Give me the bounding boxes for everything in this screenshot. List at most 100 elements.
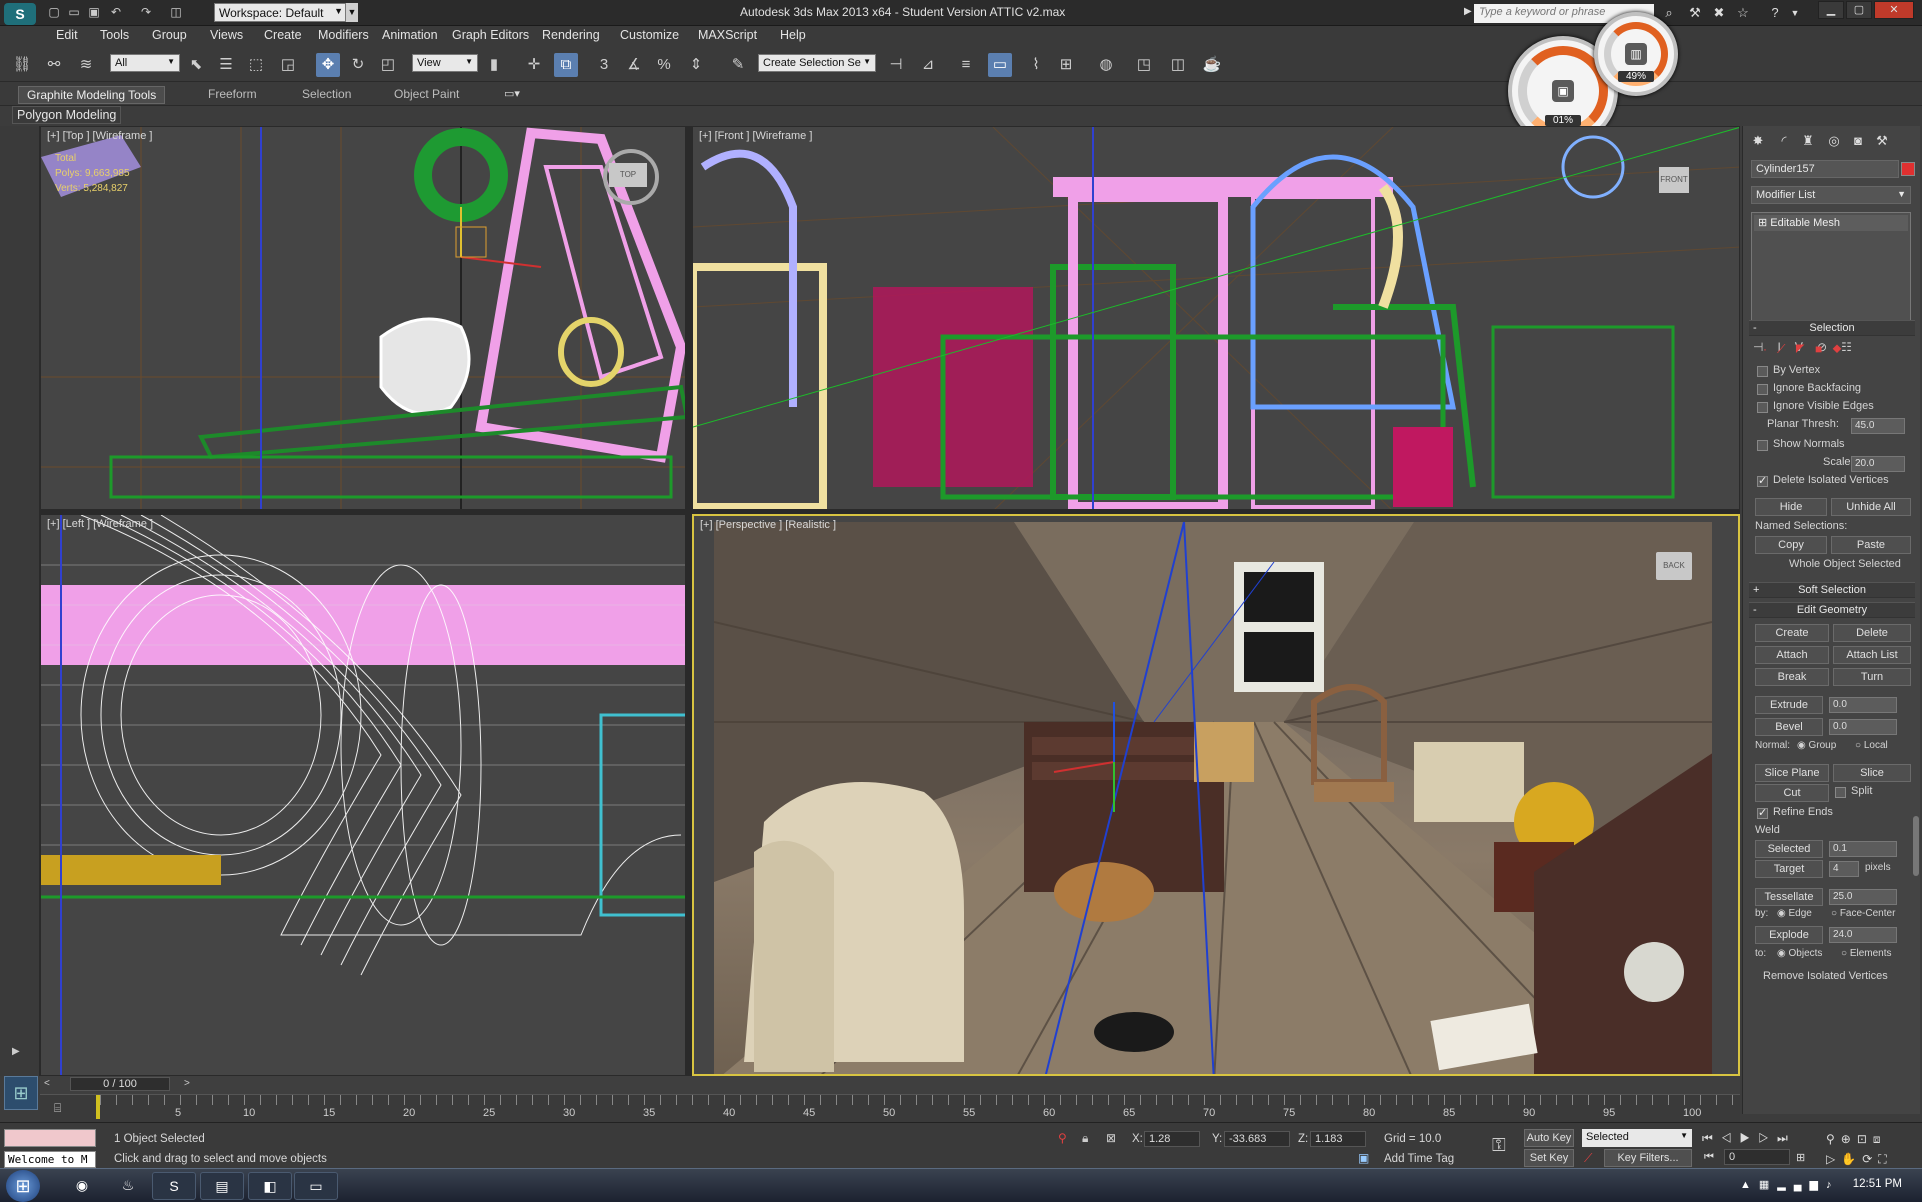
render-setup-icon[interactable]: ◳ (1132, 53, 1156, 77)
tab-selection[interactable]: Selection (294, 86, 359, 102)
rollout-edit-geometry-header[interactable]: - Edit Geometry (1749, 602, 1915, 618)
stack-item-editable-mesh[interactable]: ⊞ Editable Mesh (1754, 215, 1908, 231)
by-vertex-checkbox[interactable] (1757, 366, 1768, 377)
delete-isolated-checkbox[interactable] (1757, 474, 1768, 487)
y-coord-field[interactable]: -33.683 (1224, 1131, 1290, 1147)
tessellate-button[interactable]: Tessellate (1755, 888, 1823, 906)
menu-modifiers[interactable]: Modifiers (318, 28, 369, 42)
taskbar-clock[interactable]: 12:51 PM (1853, 1178, 1902, 1190)
menu-edit[interactable]: Edit (56, 28, 78, 42)
zoom-all-icon[interactable]: ⊕ (1841, 1132, 1857, 1146)
ribbon-options-icon[interactable]: ▭▾ (504, 87, 520, 100)
menu-customize[interactable]: Customize (620, 28, 679, 42)
tessellate-face-center-radio[interactable]: ○ Face-Center (1831, 908, 1895, 919)
menu-graph-editors[interactable]: Graph Editors (452, 28, 529, 42)
tray-expand-icon[interactable]: ▲ (1740, 1179, 1759, 1191)
viewport-perspective-label[interactable]: [+] [Perspective ] [Realistic ] (700, 519, 836, 531)
goto-start-icon[interactable]: ⏮ (1702, 1131, 1721, 1145)
viewport-front[interactable]: [+] [Front ] [Wireframe ] FRONT (692, 126, 1740, 510)
track-bar[interactable]: ⌸ 5 10 15 20 25 30 35 40 45 50 55 60 65 … (40, 1094, 1740, 1122)
hierarchy-tab-icon[interactable]: ♜ (1797, 130, 1819, 152)
ignore-backfacing-checkbox[interactable] (1757, 384, 1768, 395)
prev-frame-icon[interactable]: ◁ (1721, 1131, 1740, 1145)
extrude-spinner[interactable]: 0.0 (1829, 697, 1897, 713)
select-object-icon[interactable]: ⬉ (184, 53, 208, 77)
tab-object-paint[interactable]: Object Paint (386, 86, 467, 102)
attach-list-button[interactable]: Attach List (1833, 646, 1911, 664)
snaps-toggle-icon[interactable]: 3 (592, 53, 616, 77)
slice-button[interactable]: Slice (1833, 764, 1911, 782)
viewport-front-label[interactable]: [+] [Front ] [Wireframe ] (699, 130, 812, 142)
motion-tab-icon[interactable]: ◎ (1823, 130, 1845, 152)
slice-plane-button[interactable]: Slice Plane (1755, 764, 1829, 782)
mirror-icon[interactable]: ⊣ (884, 53, 908, 77)
menu-tools[interactable]: Tools (100, 28, 129, 42)
modifier-list-dropdown[interactable]: Modifier List ▼ (1751, 186, 1911, 204)
create-tab-icon[interactable]: ✸ (1747, 130, 1769, 152)
edge-mode-icon[interactable]: ⟋ (1777, 342, 1795, 356)
search-expand-icon[interactable]: ▶ (1464, 6, 1472, 17)
time-prev-icon[interactable]: < (44, 1078, 50, 1089)
modify-tab-icon[interactable]: ◜ (1773, 130, 1795, 152)
network-icon[interactable]: ▦ (1759, 1179, 1777, 1191)
rect-selection-icon[interactable]: ⬚ (244, 53, 268, 77)
weld-selected-spinner[interactable]: 0.1 (1829, 841, 1897, 857)
maximize-button[interactable]: ▢ (1846, 1, 1872, 19)
redo-icon[interactable]: ↷ (138, 4, 154, 20)
bind-space-warp-icon[interactable]: ≋ (74, 53, 98, 77)
explode-spinner[interactable]: 24.0 (1829, 927, 1897, 943)
steam-icon[interactable]: ♨ (106, 1172, 150, 1200)
key-icon[interactable]: ⚿ (1492, 1135, 1506, 1156)
polygon-modeling-panel[interactable]: Polygon Modeling (12, 106, 122, 124)
object-color-swatch[interactable] (1901, 162, 1915, 176)
angle-snap-icon[interactable]: ∡ (622, 53, 646, 77)
polygon-mode-icon[interactable]: ■ (1815, 342, 1832, 356)
undo-icon[interactable]: ↶ (108, 4, 124, 20)
maxscript-mini-listener[interactable]: Welcome to M (4, 1151, 96, 1168)
rendered-frame-window-icon[interactable]: ◫ (1166, 53, 1190, 77)
render-production-icon[interactable]: ☕ (1200, 53, 1224, 77)
viewport-left[interactable]: [+] [Left ] [Wireframe ] (40, 514, 686, 1076)
turn-button[interactable]: Turn (1833, 668, 1911, 686)
viewcube-front[interactable]: FRONT (1659, 167, 1689, 193)
selection-lock-icon[interactable]: 🔒︎ (1082, 1131, 1088, 1146)
hold-icon[interactable]: ◫ (168, 4, 184, 20)
absolute-mode-icon[interactable]: ⊠ (1106, 1131, 1116, 1145)
explode-button[interactable]: Explode (1755, 926, 1823, 944)
extrude-button[interactable]: Extrude (1755, 696, 1823, 714)
face-mode-icon[interactable]: ◤ (1795, 342, 1815, 356)
schematic-view-icon[interactable]: ⊞ (1054, 53, 1078, 77)
weld-selected-button[interactable]: Selected (1755, 840, 1823, 858)
isolate-selection-icon[interactable]: ⚲ (1058, 1131, 1067, 1145)
menu-group[interactable]: Group (152, 28, 187, 42)
time-slider[interactable]: < 0 / 100 > (40, 1076, 1740, 1094)
time-next-icon[interactable]: > (184, 1078, 190, 1089)
auto-key-button[interactable]: Auto Key (1524, 1129, 1574, 1147)
time-tag-icon[interactable]: ▣ (1358, 1151, 1369, 1165)
utilities-tab-icon[interactable]: ⚒ (1871, 130, 1893, 152)
viewport-top-label[interactable]: [+] [Top ] [Wireframe ] (47, 130, 152, 142)
unlink-icon[interactable]: ⚯ (42, 53, 66, 77)
unhide-all-button[interactable]: Unhide All (1831, 498, 1911, 516)
add-time-tag-label[interactable]: Add Time Tag (1384, 1153, 1454, 1165)
expand-icon[interactable]: ⊞ (1758, 217, 1770, 229)
workspace-dropdown[interactable]: Workspace: Default ▼ (214, 3, 346, 22)
help-dropdown-icon[interactable]: ▼ (1786, 4, 1804, 22)
menu-animation[interactable]: Animation (382, 28, 438, 42)
display-tab-icon[interactable]: ◙ (1847, 130, 1869, 152)
explode-objects-radio[interactable]: ◉ Objects (1777, 948, 1822, 959)
viewcube-top[interactable]: TOP (609, 163, 647, 187)
3dsmax-taskbar-icon[interactable]: S (152, 1172, 196, 1200)
volume-icon[interactable]: ♪ (1826, 1179, 1840, 1191)
weld-target-spinner[interactable]: 4 (1829, 861, 1859, 877)
percent-snap-icon[interactable]: % (652, 53, 676, 77)
menu-help[interactable]: Help (780, 28, 806, 42)
viewport-perspective[interactable]: [+] [Perspective ] [Realistic ] BACK (692, 514, 1740, 1076)
zoom-icon[interactable]: ⚲ (1826, 1132, 1841, 1146)
tessellate-spinner[interactable]: 25.0 (1829, 889, 1897, 905)
viewport-layout-icon[interactable]: ⊞ (4, 1076, 38, 1110)
play-sidebar-icon[interactable]: ▶ (12, 1046, 20, 1057)
normals-scale-spinner[interactable]: 20.0 (1851, 456, 1905, 472)
rollout-selection-header[interactable]: - Selection (1749, 320, 1915, 336)
window-crossing-icon[interactable]: ◲ (276, 53, 300, 77)
